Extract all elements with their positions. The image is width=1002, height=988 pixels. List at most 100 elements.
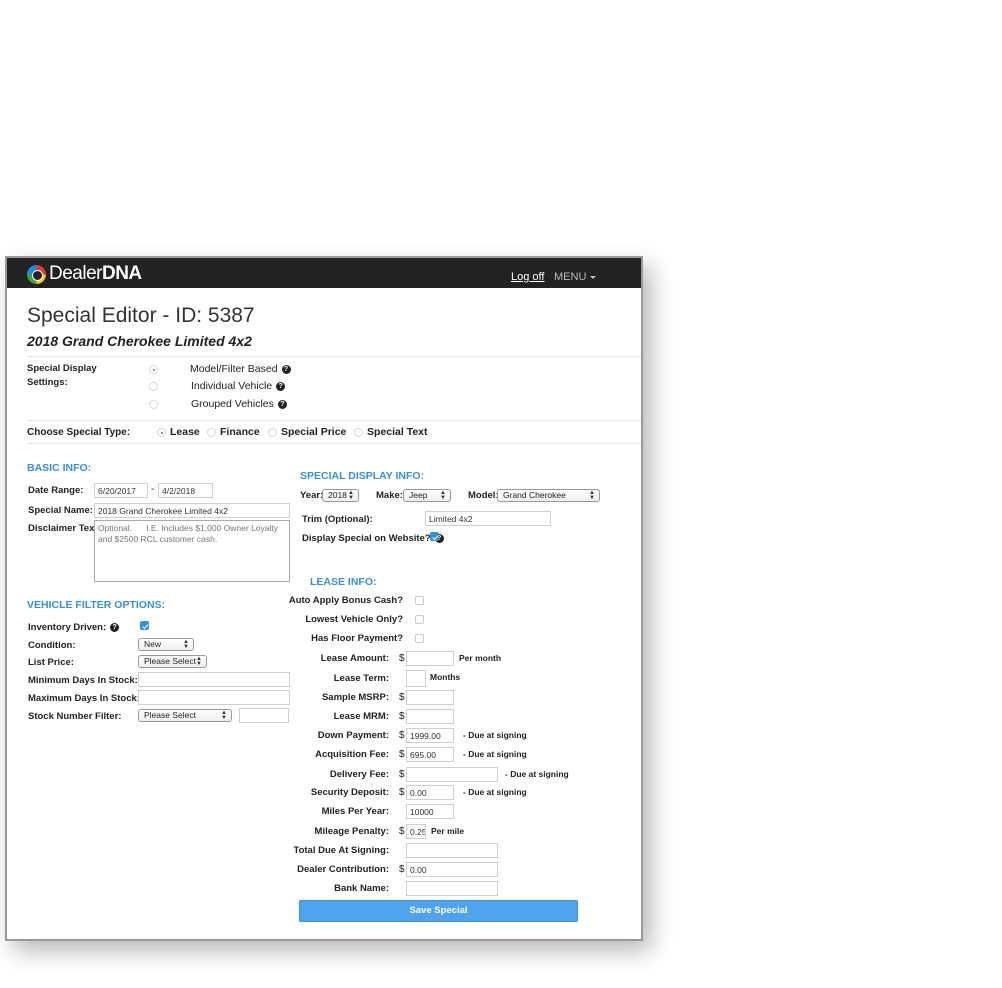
option-finance: Finance [220, 426, 260, 438]
trim-label: Trim (Optional): [302, 514, 373, 525]
special-name-input[interactable]: 2018 Grand Cherokee Limited 4x2 [94, 503, 290, 518]
select-arrows-icon: ▲ ▼ [221, 710, 227, 721]
currency-symbol: $ [399, 769, 405, 780]
auto-apply-bonus-label: Auto Apply Bonus Cash? [288, 595, 403, 606]
select-arrows-icon: ▲ ▼ [589, 490, 595, 501]
min-days-label: Minimum Days In Stock: [28, 675, 138, 686]
floor-payment-checkbox[interactable] [415, 634, 424, 643]
mileage-penalty-input[interactable]: 0.25 [406, 824, 426, 839]
page-title: Special Editor - ID: 5387 [27, 304, 255, 327]
radio-grouped-vehicles[interactable] [149, 400, 158, 409]
min-days-input[interactable] [138, 672, 290, 687]
disclaimer-label: Disclaimer Text: [28, 523, 101, 534]
radio-special-text[interactable] [354, 428, 363, 437]
lease-mrm-input[interactable] [406, 709, 454, 724]
miles-per-year-input[interactable]: 10000 [406, 804, 454, 819]
disclaimer-textarea[interactable]: Optional. I.E. Includes $1,000 Owner Loy… [94, 520, 290, 582]
delivery-fee-label: Delivery Fee: [329, 769, 389, 780]
acquisition-fee-label: Acquisition Fee: [315, 749, 389, 760]
radio-model-filter-based[interactable] [149, 365, 158, 374]
delivery-fee-input[interactable] [406, 767, 498, 782]
condition-label: Condition: [28, 640, 76, 651]
lease-term-input[interactable] [406, 670, 426, 687]
acquisition-fee-input[interactable]: 695.00 [406, 747, 454, 762]
security-deposit-label: Security Deposit: [310, 787, 389, 798]
model-label: Model: [468, 490, 499, 501]
max-days-input[interactable] [138, 690, 290, 705]
inventory-driven-checkbox[interactable] [140, 621, 149, 630]
lease-info-heading: LEASE INFO: [310, 576, 377, 588]
list-price-select[interactable]: Please Select ▲ ▼ [138, 655, 207, 668]
stock-filter-input[interactable] [239, 708, 289, 723]
make-label: Make: [376, 490, 403, 501]
lowest-vehicle-checkbox[interactable] [415, 615, 424, 624]
miles-per-year-label: Miles Per Year: [321, 806, 389, 817]
logoff-link[interactable]: Log off [511, 271, 544, 283]
condition-select[interactable]: New ▲ ▼ [138, 638, 194, 651]
year-label: Year: [300, 490, 324, 501]
sample-msrp-label: Sample MSRP: [321, 692, 389, 703]
help-icon[interactable]: ? [281, 364, 291, 374]
lease-amount-suffix: Per month [459, 653, 502, 663]
dealer-contribution-label: Dealer Contribution: [297, 864, 389, 875]
menu-dropdown[interactable]: MENU [554, 271, 597, 283]
security-deposit-input[interactable]: 0.00 [406, 785, 454, 800]
option-grouped-vehicles: Grouped Vehicles? [191, 398, 287, 410]
floor-payment-label: Has Floor Payment? [311, 633, 403, 644]
date-range-separator: - [151, 484, 155, 495]
lease-mrm-label: Lease MRM: [333, 711, 389, 722]
total-due-input[interactable] [406, 843, 498, 858]
currency-symbol: $ [399, 749, 405, 760]
special-name-label: Special Name: [28, 505, 93, 516]
dealerdna-logo[interactable]: DealerDNA [27, 263, 142, 284]
model-select[interactable]: Grand Cherokee ▲ ▼ [497, 489, 600, 502]
display-settings-label-line2: Settings: [27, 377, 68, 388]
save-special-button[interactable]: Save Special [299, 900, 578, 922]
bank-name-input[interactable] [406, 881, 498, 896]
divider [27, 356, 641, 357]
radio-finance[interactable] [207, 428, 216, 437]
make-select[interactable]: Jeep ▲ ▼ [403, 489, 451, 502]
lowest-vehicle-label: Lowest Vehicle Only? [305, 614, 403, 625]
mileage-penalty-suffix: Per mile [431, 826, 465, 836]
down-payment-input[interactable]: 1999.00 [406, 728, 454, 743]
sample-msrp-input[interactable] [406, 690, 454, 705]
option-lease: Lease [170, 426, 200, 438]
divider [27, 443, 641, 444]
stock-filter-select[interactable]: Please Select ▲ ▼ [138, 709, 232, 722]
display-settings-label-line1: Special Display [27, 363, 97, 374]
select-arrows-icon: ▲ ▼ [348, 490, 354, 501]
option-individual-vehicle: Individual Vehicle? [191, 380, 286, 392]
help-icon[interactable]: ? [110, 622, 120, 632]
display-on-website-checkbox[interactable] [430, 532, 439, 541]
lease-amount-label: Lease Amount: [320, 653, 389, 664]
trim-input[interactable]: Limited 4x2 [425, 511, 551, 526]
browser-frame: DealerDNA Log off MENU Special Editor - … [5, 256, 643, 941]
year-select[interactable]: 2018 ▲ ▼ [322, 489, 359, 502]
auto-apply-bonus-checkbox[interactable] [415, 596, 424, 605]
help-icon[interactable]: ? [276, 381, 286, 391]
logo-text: DealerDNA [49, 263, 142, 284]
caret-down-icon [590, 275, 597, 279]
help-icon[interactable]: ? [277, 399, 287, 409]
display-on-website-label: Display Special on Website?? [302, 533, 444, 544]
divider [27, 420, 641, 421]
acquisition-fee-suffix: - Due at signing [463, 749, 527, 759]
radio-individual-vehicle[interactable] [149, 382, 158, 391]
option-special-price: Special Price [281, 426, 347, 438]
page-content: DealerDNA Log off MENU Special Editor - … [7, 258, 641, 939]
date-start-input[interactable]: 6/20/2017 [94, 483, 148, 498]
top-navbar: DealerDNA Log off MENU [7, 258, 641, 288]
select-arrows-icon: ▲ ▼ [183, 639, 189, 650]
radio-special-price[interactable] [268, 428, 277, 437]
mileage-penalty-label: Mileage Penalty: [314, 826, 389, 837]
date-end-input[interactable]: 4/2/2018 [158, 483, 213, 498]
lease-term-suffix: Months [430, 672, 461, 682]
radio-lease[interactable] [157, 428, 166, 437]
lease-amount-input[interactable] [406, 651, 454, 666]
currency-symbol: $ [399, 826, 405, 837]
display-info-heading: SPECIAL DISPLAY INFO: [300, 470, 425, 482]
dealer-contribution-input[interactable]: 0.00 [406, 862, 498, 877]
down-payment-suffix: - Due at signing [463, 730, 527, 740]
option-model-filter-based: Model/Filter Based? [190, 363, 291, 375]
